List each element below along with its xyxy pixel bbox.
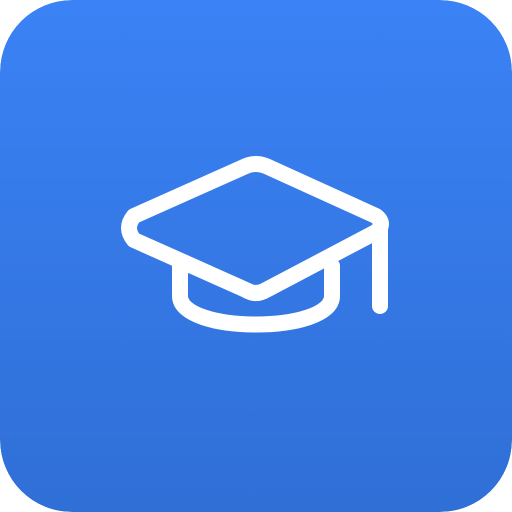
- app-icon-tile[interactable]: [0, 0, 512, 512]
- icon-background: [0, 0, 512, 512]
- app-icon-svg: [0, 0, 512, 512]
